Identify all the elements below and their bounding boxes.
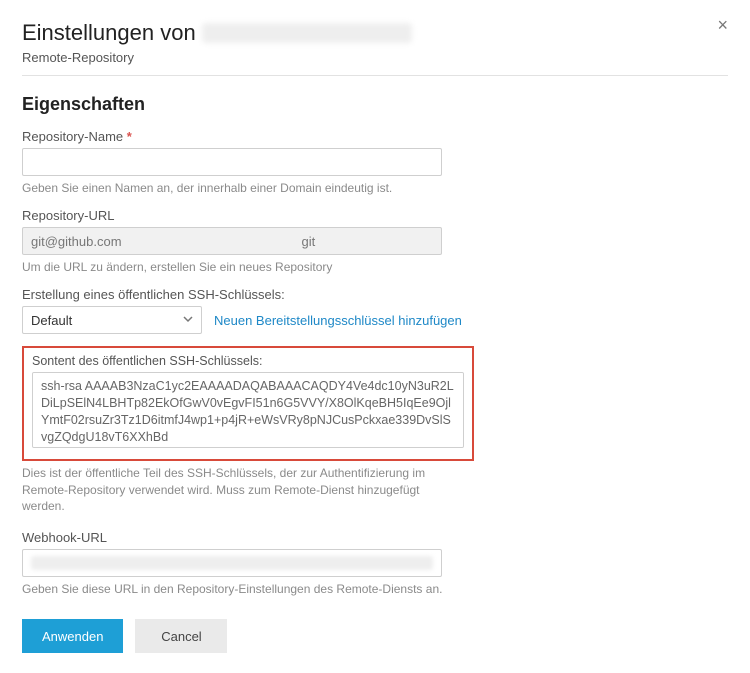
label-ssh-create: Erstellung eines öffentlichen SSH-Schlüs… [22, 287, 728, 302]
webhook-obscured [31, 556, 433, 570]
label-repo-name: Repository-Name * [22, 129, 728, 144]
ssh-key-content-box: Sontent des öffentlichen SSH-Schlüssels: [22, 346, 474, 461]
repo-url-readonly: git@github.com git [22, 227, 442, 255]
cancel-button[interactable]: Cancel [135, 619, 227, 653]
apply-button[interactable]: Anwenden [22, 619, 123, 653]
page-subtitle: Remote-Repository [22, 50, 728, 65]
ssh-public-key-textarea[interactable] [32, 372, 464, 448]
close-icon[interactable]: × [717, 16, 728, 34]
page-title: Einstellungen von [22, 20, 728, 46]
repo-name-input[interactable] [22, 148, 442, 176]
helper-webhook: Geben Sie diese URL in den Repository-Ei… [22, 581, 452, 597]
divider [22, 75, 728, 76]
title-prefix: Einstellungen von [22, 20, 196, 45]
webhook-url-readonly [22, 549, 442, 577]
add-deploy-key-link[interactable]: Neuen Bereitstellungsschlüssel hinzufüge… [214, 313, 462, 328]
label-ssh-content: Sontent des öffentlichen SSH-Schlüssels: [32, 354, 464, 368]
action-bar: Anwenden Cancel [22, 619, 728, 653]
field-webhook: Webhook-URL Geben Sie diese URL in den R… [22, 530, 728, 597]
repo-url-left: git@github.com [31, 234, 122, 249]
helper-repo-name: Geben Sie einen Namen an, der innerhalb … [22, 180, 452, 196]
repo-url-right: git [302, 234, 316, 249]
required-mark: * [127, 129, 132, 144]
helper-ssh-content: Dies ist der öffentliche Teil des SSH-Sc… [22, 465, 452, 514]
label-webhook: Webhook-URL [22, 530, 728, 545]
field-repo-name: Repository-Name * Geben Sie einen Namen … [22, 129, 728, 196]
label-text-repo-name: Repository-Name [22, 129, 123, 144]
section-heading: Eigenschaften [22, 94, 728, 115]
helper-repo-url: Um die URL zu ändern, erstellen Sie ein … [22, 259, 452, 275]
field-repo-url: Repository-URL git@github.com git Um die… [22, 208, 728, 275]
label-repo-url: Repository-URL [22, 208, 728, 223]
title-obscured [202, 23, 412, 43]
field-ssh-create: Erstellung eines öffentlichen SSH-Schlüs… [22, 287, 728, 334]
ssh-key-select[interactable]: Default [22, 306, 202, 334]
